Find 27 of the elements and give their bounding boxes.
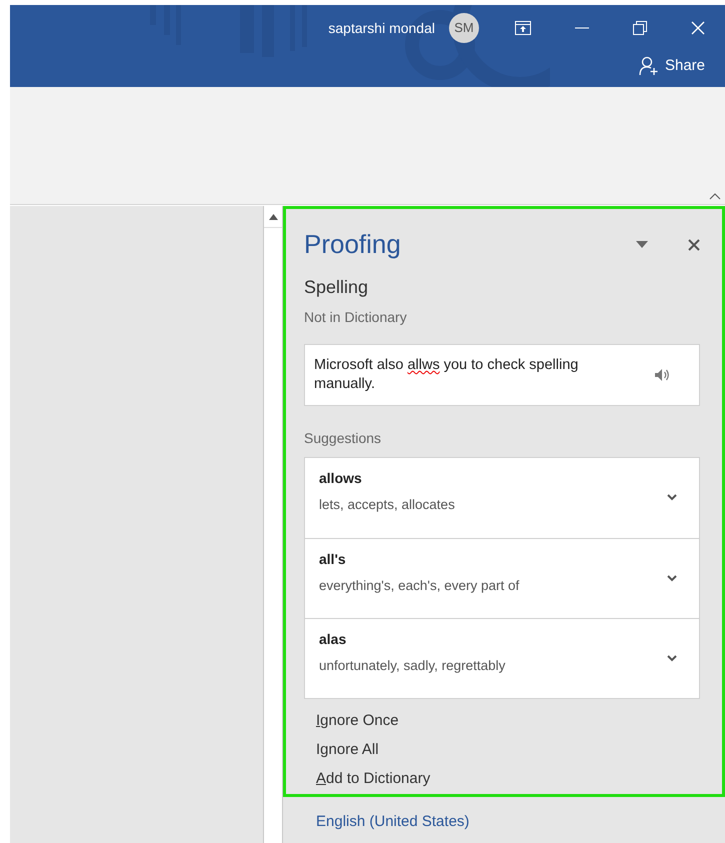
section-heading: Spelling bbox=[304, 276, 370, 299]
user-name: saptarshi mondal bbox=[328, 18, 435, 38]
suggestions-label: Suggestions bbox=[304, 429, 382, 448]
action-link[interactable]: Ignore All bbox=[316, 740, 379, 759]
language-link[interactable]: English (United States) bbox=[283, 797, 725, 834]
collapse-ribbon-icon[interactable] bbox=[709, 193, 721, 200]
suggestion-item[interactable]: alas unfortunately, sadly, regrettably bbox=[305, 618, 699, 698]
status-text: Not in Dictionary bbox=[304, 308, 408, 327]
scrollbar[interactable] bbox=[263, 206, 283, 843]
dropdown-icon[interactable] bbox=[636, 241, 648, 248]
action-link[interactable]: Add to Dictionary bbox=[316, 769, 430, 788]
suggestion-item[interactable]: allows lets, accepts, allocates bbox=[305, 458, 699, 538]
action-link[interactable]: Ignore Once bbox=[316, 711, 399, 730]
chevron-down-icon[interactable] bbox=[667, 575, 677, 582]
ribbon-display-icon[interactable] bbox=[515, 21, 531, 35]
close-icon[interactable] bbox=[688, 238, 700, 250]
speaker-icon[interactable] bbox=[654, 368, 670, 382]
suggestion-item[interactable]: all's everything's, each's, every part of bbox=[305, 538, 699, 618]
restore-icon[interactable] bbox=[633, 21, 647, 35]
share-button[interactable]: Share bbox=[638, 55, 705, 78]
pane-title: Proofing bbox=[304, 228, 402, 261]
person-add-icon bbox=[638, 56, 659, 76]
sentence-text: Microsoft also allws you to check spelling manually. bbox=[314, 356, 580, 394]
chevron-down-icon[interactable] bbox=[667, 655, 677, 662]
chevron-down-icon[interactable] bbox=[667, 494, 677, 501]
avatar[interactable]: SM bbox=[449, 13, 479, 43]
scroll-up-icon[interactable] bbox=[268, 214, 278, 220]
